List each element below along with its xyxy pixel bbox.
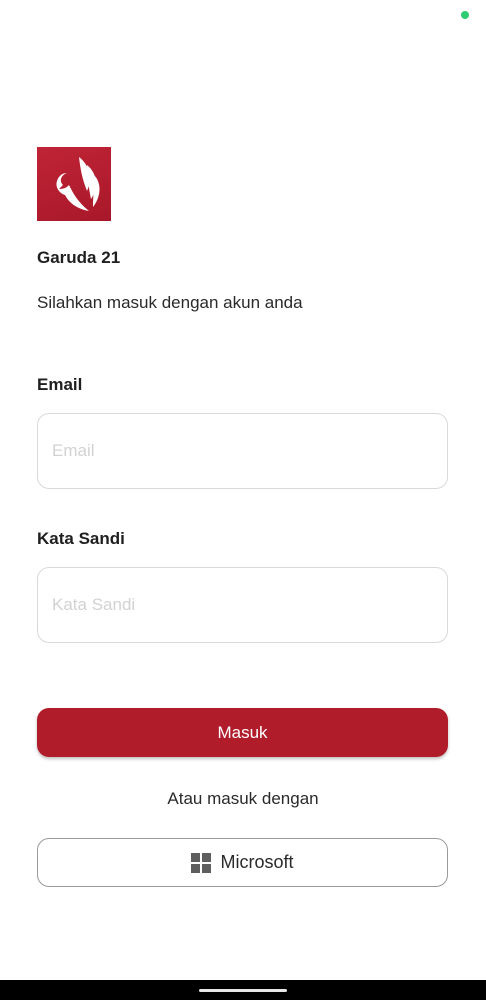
app-logo [37,147,111,221]
microsoft-login-button[interactable]: Microsoft [37,838,448,887]
garuda-bird-logo-icon [56,157,100,211]
microsoft-label: Microsoft [220,852,294,872]
windows-logo-icon [191,852,212,873]
password-field[interactable] [37,567,448,643]
system-navigation-bar [0,980,486,1000]
email-label: Email [37,375,83,394]
login-subtitle: Silahkan masuk dengan akun anda [37,293,303,312]
login-button[interactable]: Masuk [37,708,448,757]
password-label: Kata Sandi [37,529,125,548]
home-gesture-handle[interactable] [199,989,287,992]
status-indicator-dot [461,11,469,19]
alt-login-text: Atau masuk dengan [167,789,319,808]
app-title: Garuda 21 [37,248,121,267]
email-field[interactable] [37,413,448,489]
